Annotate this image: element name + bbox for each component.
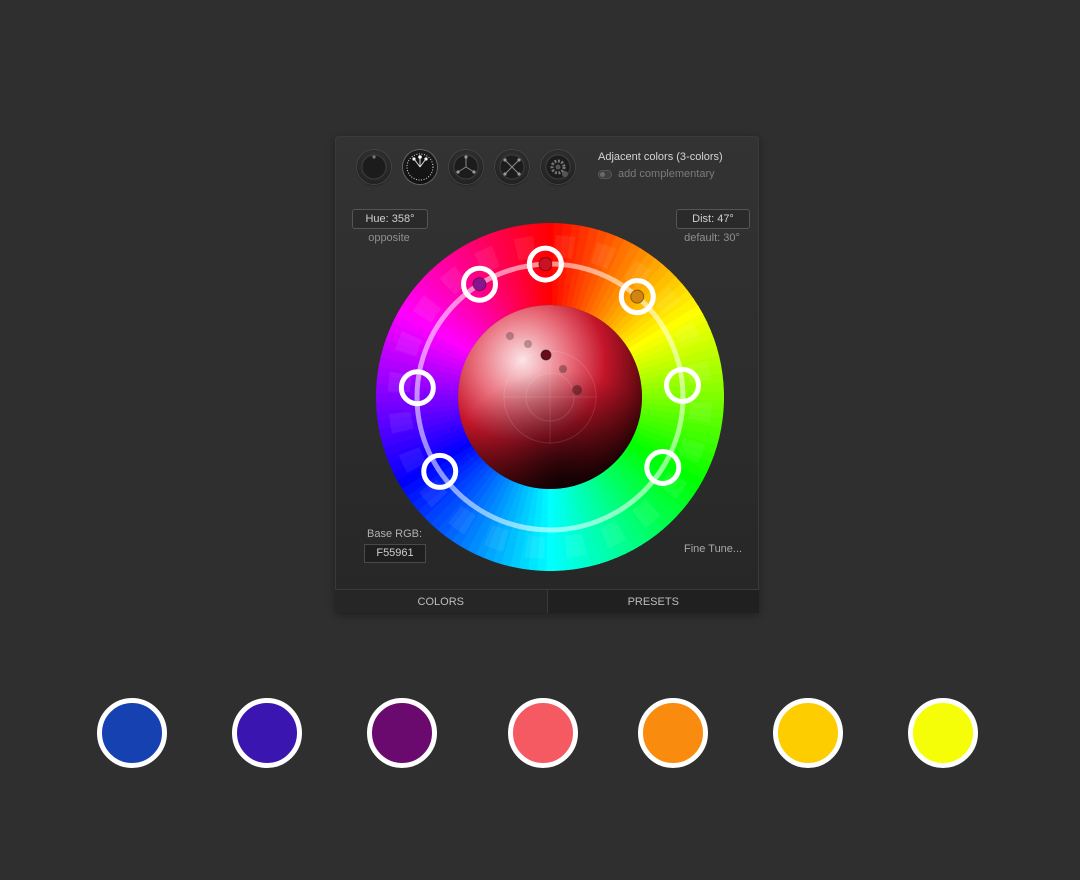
disc-marker[interactable]: [572, 385, 582, 395]
tetrad-mode-button[interactable]: [495, 150, 529, 184]
tab-bar: COLORS PRESETS: [335, 589, 759, 613]
color-swatch[interactable]: [367, 698, 437, 768]
color-swatch[interactable]: [508, 698, 578, 768]
color-scheme-panel: Adjacent colors (3-colors) add complemen…: [335, 136, 759, 613]
disc-marker[interactable]: [524, 340, 532, 348]
adjacent-mode-icon: [406, 153, 434, 181]
hue-handle-dot: [630, 289, 645, 304]
disc-marker[interactable]: [559, 365, 567, 373]
base-rgb-input[interactable]: F55961: [364, 544, 426, 563]
toggle-switch-icon[interactable]: [598, 169, 612, 179]
add-complementary-toggle[interactable]: add complementary: [598, 168, 715, 180]
disc-marker[interactable]: [540, 349, 552, 361]
add-complementary-label: add complementary: [618, 168, 715, 180]
color-swatch[interactable]: [638, 698, 708, 768]
mono-mode-icon: [361, 154, 387, 180]
color-wheel[interactable]: [375, 222, 725, 572]
tab-colors[interactable]: COLORS: [335, 589, 547, 613]
tetrad-mode-icon: [499, 154, 525, 180]
triad-mode-button[interactable]: [449, 150, 483, 184]
base-rgb-label: Base RGB:: [367, 528, 423, 540]
color-swatch[interactable]: [97, 698, 167, 768]
disc-marker[interactable]: [506, 332, 514, 340]
mono-mode-button[interactable]: [357, 150, 391, 184]
color-swatch[interactable]: [908, 698, 978, 768]
fine-tune-link[interactable]: Fine Tune...: [684, 543, 742, 555]
scheme-title: Adjacent colors (3-colors): [598, 151, 723, 163]
tab-presets[interactable]: PRESETS: [546, 589, 759, 613]
triad-mode-icon: [453, 154, 479, 180]
hue-handle-dot: [538, 257, 553, 272]
color-swatch[interactable]: [232, 698, 302, 768]
settings-gear-icon: [545, 154, 571, 180]
hue-handle-dot: [472, 277, 487, 292]
settings-mode-button[interactable]: [541, 150, 575, 184]
color-swatch[interactable]: [773, 698, 843, 768]
brightness-disc[interactable]: [458, 305, 642, 489]
adjacent-mode-button[interactable]: [403, 150, 437, 184]
